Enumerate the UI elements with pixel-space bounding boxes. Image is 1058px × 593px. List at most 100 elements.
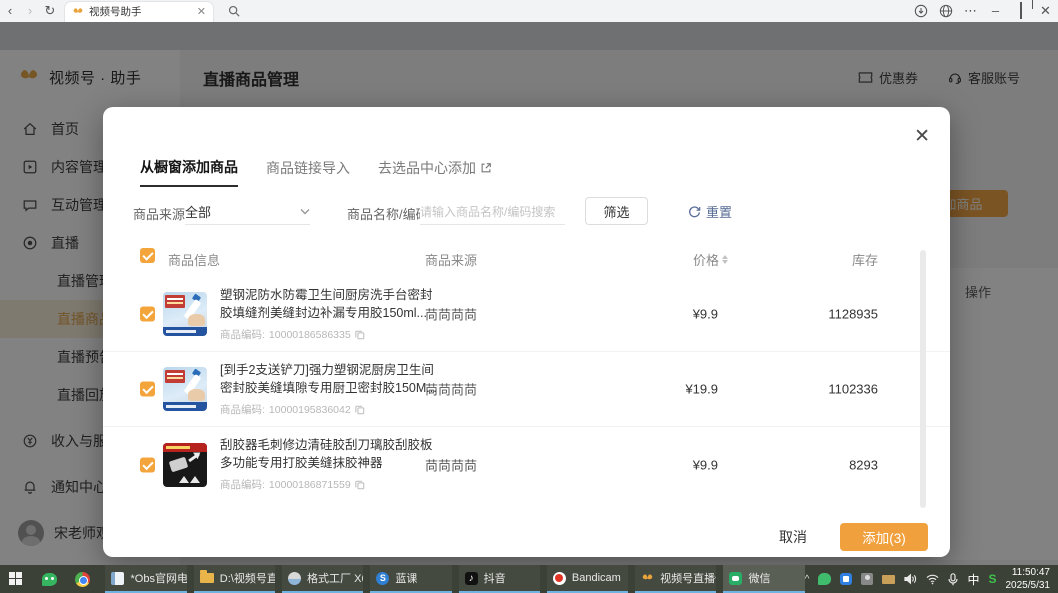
window-close-button[interactable]: ✕ (1033, 0, 1058, 22)
tab-close-icon[interactable]: ✕ (197, 5, 206, 18)
microphone-icon[interactable] (948, 573, 958, 586)
price-header-label: 价格 (693, 250, 719, 269)
table-row: 刮胶器毛刺修边清硅胶刮刀璃胶刮胶板多功能专用打胶美缝抹胶神器 商品编码: 100… (103, 427, 950, 502)
source-select-value: 全部 (185, 202, 211, 221)
product-table: 塑钢泥防水防霉卫生间厨房洗手台密封胶填缝剂美缝封边补漏专用胶150ml... 商… (103, 277, 950, 502)
ime-indicator[interactable]: 中 (967, 571, 979, 588)
column-header-info: 商品信息 (168, 250, 220, 269)
tab-label: 商品链接导入 (266, 158, 350, 178)
product-price: ¥19.9 (623, 382, 718, 397)
taskbar-item-format-factory[interactable]: 格式工厂 X64 ... (282, 565, 363, 593)
clock-date: 2025/5/31 (1006, 579, 1051, 592)
product-source: 苘苘苘苘 (425, 455, 477, 474)
tab-title: 视频号助手 (89, 4, 192, 19)
tab-goto-selection-center[interactable]: 去选品中心添加 (378, 157, 492, 187)
wifi-icon[interactable] (926, 574, 939, 585)
tab-label: 从橱窗添加商品 (140, 157, 238, 177)
window-restore-button[interactable] (1008, 0, 1033, 22)
browser-back-button[interactable]: ‹ (0, 0, 20, 22)
browser-refresh-button[interactable]: ↻ (40, 0, 60, 22)
globe-icon[interactable] (933, 0, 958, 22)
row-checkbox[interactable] (140, 307, 155, 322)
product-image (163, 292, 207, 336)
taskbar-chrome-icon[interactable] (66, 565, 99, 593)
document-icon (111, 572, 124, 585)
table-row: 塑钢泥防水防霉卫生间厨房洗手台密封胶填缝剂美缝封边补漏专用胶150ml... 商… (103, 277, 950, 352)
product-source: 苘苘苘苘 (425, 380, 477, 399)
tray-app-icon[interactable] (840, 573, 852, 585)
taskbar-item-label: 格式工厂 X64 ... (307, 570, 363, 586)
product-code: 商品编码: 10000195836042 (220, 402, 442, 417)
browser-tab[interactable]: 视频号助手 ✕ (64, 1, 214, 22)
select-all-checkbox[interactable] (140, 248, 155, 263)
product-code-label: 商品编码: (220, 327, 265, 342)
browser-menu-icon[interactable]: ⋯ (958, 0, 983, 22)
add-product-modal: ✕ 从橱窗添加商品 商品链接导入 去选品中心添加 商品来源 全部 商品名称/编码… (103, 107, 950, 557)
product-price: ¥9.9 (623, 457, 718, 472)
source-filter-label: 商品来源 (133, 204, 185, 223)
product-title: [到手2支送铲刀]强力塑钢泥厨房卫生间密封胶美缝填隙专用厨卫密封胶150M... (220, 361, 442, 397)
copy-icon[interactable] (355, 330, 365, 340)
tray-wechat-icon[interactable] (818, 573, 831, 585)
source-select[interactable]: 全部 (185, 199, 310, 225)
product-code-value: 10000186871559 (269, 479, 351, 491)
product-name-input[interactable] (420, 199, 565, 225)
clock-time: 11:50:47 (1006, 566, 1051, 579)
browser-titlebar: ‹ › ↻ 视频号助手 ✕ ⋯ – ✕ (0, 0, 1058, 22)
taskbar-item-label: 抖音 (484, 570, 506, 586)
taskbar-item-douyin[interactable]: ♪ 抖音 (459, 565, 540, 593)
row-checkbox[interactable] (140, 382, 155, 397)
window-minimize-button[interactable]: – (983, 0, 1008, 22)
tray-folder-icon[interactable] (882, 575, 895, 584)
name-filter-label: 商品名称/编码 (347, 204, 429, 223)
copy-icon[interactable] (355, 405, 365, 415)
taskbar-item-label: Bandicam (572, 572, 621, 584)
product-code-value: 10000195836042 (269, 404, 351, 416)
volume-icon[interactable] (904, 573, 917, 585)
search-icon[interactable] (228, 5, 240, 17)
tab-add-from-showcase[interactable]: 从橱窗添加商品 (140, 157, 238, 187)
start-button[interactable] (0, 565, 33, 593)
table-scrollbar[interactable] (920, 250, 926, 508)
sogou-icon[interactable]: S (988, 572, 996, 586)
cancel-button[interactable]: 取消 (763, 523, 823, 551)
folder-icon (200, 573, 214, 583)
product-code-label: 商品编码: (220, 402, 265, 417)
confirm-add-button[interactable]: 添加(3) (840, 523, 928, 551)
reset-button[interactable]: 重置 (688, 202, 732, 221)
taskbar-item-bandicam[interactable]: Bandicam (547, 565, 628, 593)
column-header-stock: 库存 (758, 250, 878, 269)
windows-logo-icon (9, 572, 23, 586)
taskbar-item-lanke[interactable]: S 蓝课 (370, 565, 451, 593)
taskbar-wechat-icon[interactable] (33, 565, 66, 593)
reset-label: 重置 (706, 202, 732, 221)
sort-icon[interactable] (722, 255, 728, 264)
taskbar-item-wechat-window[interactable]: 微信 (723, 565, 804, 593)
product-code: 商品编码: 10000186586335 (220, 327, 442, 342)
browser-forward-button[interactable]: › (20, 0, 40, 22)
copy-icon[interactable] (355, 480, 365, 490)
taskbar-item-folder[interactable]: D:\视频号直播... (194, 565, 275, 593)
taskbar-item-label: 蓝课 (395, 570, 417, 586)
douyin-icon: ♪ (465, 572, 478, 585)
tray-contact-icon[interactable] (861, 573, 873, 585)
column-header-price[interactable]: 价格 (623, 250, 728, 269)
product-title: 塑钢泥防水防霉卫生间厨房洗手台密封胶填缝剂美缝封边补漏专用胶150ml... (220, 286, 442, 322)
refresh-icon (688, 205, 701, 218)
tray-clock[interactable]: 11:50:47 2025/5/31 (1006, 566, 1051, 592)
bandicam-icon (553, 572, 566, 585)
row-checkbox[interactable] (140, 457, 155, 472)
modal-close-icon[interactable]: ✕ (914, 127, 930, 146)
product-image (163, 443, 207, 487)
tab-import-by-link[interactable]: 商品链接导入 (266, 157, 350, 187)
tray-expand-icon[interactable]: ^ (805, 574, 810, 585)
channels-logo-icon (72, 6, 84, 18)
taskbar-item-obs-doc[interactable]: *Obs官网电脑... (105, 565, 186, 593)
modal-tabs: 从橱窗添加商品 商品链接导入 去选品中心添加 (140, 157, 492, 187)
download-icon[interactable] (908, 0, 933, 22)
product-source: 苘苘苘苘 (425, 305, 477, 324)
product-code: 商品编码: 10000186871559 (220, 477, 442, 492)
filter-button[interactable]: 筛选 (585, 197, 648, 225)
taskbar-item-channels-live-companion[interactable]: 视频号直播伴侣 (635, 565, 716, 593)
table-row: [到手2支送铲刀]强力塑钢泥厨房卫生间密封胶美缝填隙专用厨卫密封胶150M...… (103, 352, 950, 427)
